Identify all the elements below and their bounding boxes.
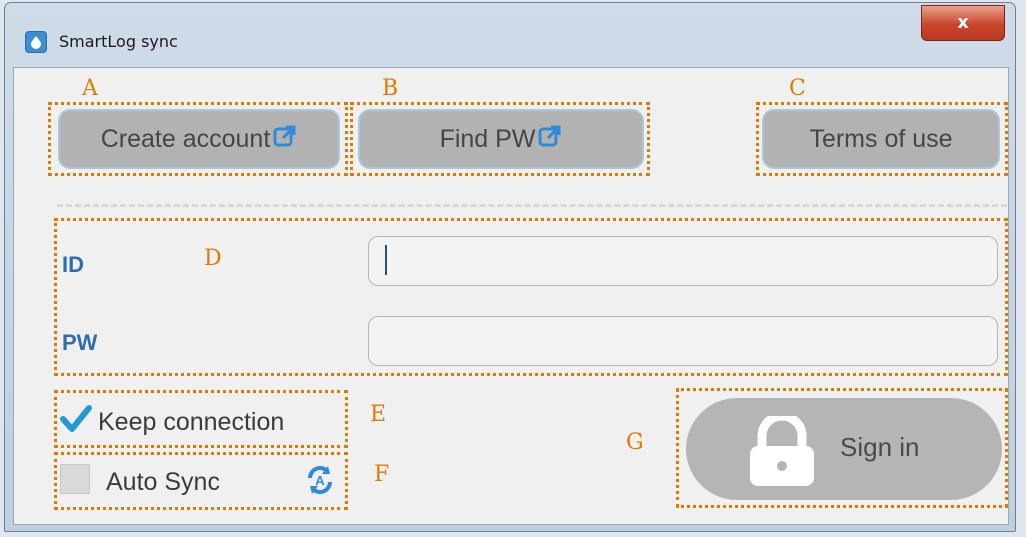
annotation-b: B	[382, 76, 399, 101]
keep-connection-label: Keep connection	[98, 408, 285, 436]
lock-icon	[744, 411, 820, 493]
app-logo-icon	[25, 31, 47, 53]
create-account-button[interactable]: Create account	[58, 109, 340, 169]
window-title: SmartLog sync	[59, 32, 178, 51]
find-pw-label: Find PW	[439, 124, 536, 153]
pw-input[interactable]	[368, 316, 998, 366]
annotation-g: G	[626, 430, 644, 455]
pw-label: PW	[62, 330, 98, 355]
sign-in-button[interactable]: Sign in	[686, 398, 1002, 500]
id-label: ID	[62, 252, 84, 277]
create-account-label: Create account	[100, 124, 271, 153]
section-divider	[57, 204, 1007, 207]
external-link-icon	[273, 124, 297, 155]
auto-sync-checkbox[interactable]	[60, 464, 90, 494]
terms-of-use-button[interactable]: Terms of use	[762, 109, 1000, 169]
annotation-e: E	[370, 402, 387, 427]
annotation-a: A	[82, 76, 98, 101]
sign-in-label: Sign in	[840, 432, 920, 462]
app-window: SmartLog sync x A B C D E F G Create acc…	[4, 2, 1016, 532]
auto-sync-icon[interactable]: A	[304, 464, 336, 496]
login-panel: A B C D E F G Create account Find PW Ter…	[13, 67, 1009, 525]
external-link-icon	[538, 124, 562, 155]
close-button[interactable]: x	[921, 5, 1005, 41]
terms-of-use-label: Terms of use	[809, 124, 953, 153]
find-pw-button[interactable]: Find PW	[358, 109, 644, 169]
text-caret	[385, 245, 387, 275]
svg-text:A: A	[315, 473, 325, 488]
id-input[interactable]	[368, 236, 998, 286]
keep-connection-checkbox[interactable]	[60, 404, 92, 434]
title-bar[interactable]: SmartLog sync x	[5, 3, 1015, 59]
auto-sync-label: Auto Sync	[106, 468, 220, 496]
annotation-c: C	[789, 76, 806, 101]
annotation-f: F	[374, 462, 390, 487]
